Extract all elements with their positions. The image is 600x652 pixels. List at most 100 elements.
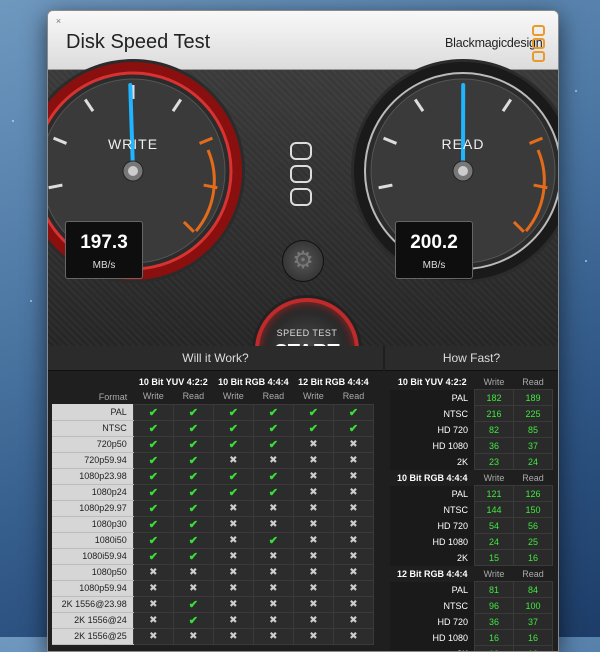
write-speed-cell: 144: [475, 502, 514, 518]
cross-icon: ✖: [229, 503, 237, 514]
table-row: 2K1010: [390, 646, 553, 652]
supported-cell: ✔: [173, 420, 213, 436]
cross-icon: ✖: [349, 455, 357, 466]
unsupported-cell: ✖: [173, 564, 213, 580]
format-cell: HD 720: [390, 614, 475, 630]
cross-icon: ✖: [309, 567, 317, 578]
cross-icon: ✖: [349, 439, 357, 450]
table-row: 1080p23.98✔✔✔✔✖✖: [52, 468, 374, 484]
supported-cell: ✔: [133, 500, 173, 516]
checkmark-icon: ✔: [189, 455, 198, 467]
unsupported-cell: ✖: [293, 580, 333, 596]
checkmark-icon: ✔: [189, 503, 198, 515]
group-header-row: 12 Bit RGB 4:4:4WriteRead: [390, 566, 553, 582]
checkmark-icon: ✔: [269, 423, 278, 435]
unsupported-cell: ✖: [133, 564, 173, 580]
supported-cell: ✔: [173, 436, 213, 452]
supported-cell: ✔: [133, 452, 173, 468]
checkmark-icon: ✔: [189, 519, 198, 531]
supported-cell: ✔: [173, 452, 213, 468]
cross-icon: ✖: [229, 567, 237, 578]
format-cell: 1080p29.97: [52, 500, 133, 516]
unsupported-cell: ✖: [213, 452, 253, 468]
format-cell: 720p59.94: [52, 452, 133, 468]
supported-cell: ✔: [253, 468, 293, 484]
table-row: 2K 1556@23.98✖✔✖✖✖✖: [52, 596, 374, 612]
unsupported-cell: ✖: [213, 596, 253, 612]
unsupported-cell: ✖: [253, 596, 293, 612]
write-speed-cell: 54: [475, 518, 514, 534]
format-cell: NTSC: [390, 406, 475, 422]
settings-gear-button[interactable]: ⚙: [282, 240, 324, 282]
unsupported-cell: ✖: [173, 580, 213, 596]
unsupported-cell: ✖: [213, 564, 253, 580]
format-cell: HD 1080: [390, 630, 475, 646]
cross-icon: ✖: [149, 631, 157, 642]
checkmark-icon: ✔: [189, 487, 198, 499]
write-speed-cell: 121: [475, 486, 514, 502]
table-row: HD 10803637: [390, 438, 553, 454]
checkmark-icon: ✔: [189, 471, 198, 483]
format-cell: NTSC: [390, 502, 475, 518]
app-title: Disk Speed Test: [66, 31, 210, 54]
table-row: HD 7203637: [390, 614, 553, 630]
format-cell: 1080i59.94: [52, 548, 133, 564]
cross-icon: ✖: [309, 439, 317, 450]
read-readout: 200.2 MB/s: [395, 221, 473, 279]
read-column-header: Read: [253, 389, 293, 404]
checkmark-icon: ✔: [229, 423, 238, 435]
supported-cell: ✔: [213, 420, 253, 436]
write-gauge-label: WRITE: [48, 136, 218, 152]
table-row: NTSC✔✔✔✔✔✔: [52, 420, 374, 436]
table-row: HD 10801616: [390, 630, 553, 646]
unsupported-cell: ✖: [133, 628, 173, 644]
cross-icon: ✖: [189, 631, 197, 642]
format-cell: 1080p50: [52, 564, 133, 580]
format-cell: 1080p30: [52, 516, 133, 532]
supported-cell: ✔: [173, 596, 213, 612]
cross-icon: ✖: [149, 615, 157, 626]
desktop-star: [12, 120, 14, 122]
supported-cell: ✔: [293, 420, 333, 436]
read-column-header: Read: [333, 389, 373, 404]
checkmark-icon: ✔: [269, 439, 278, 451]
unsupported-cell: ✖: [213, 548, 253, 564]
checkmark-icon: ✔: [149, 535, 158, 547]
unsupported-cell: ✖: [333, 628, 373, 644]
cross-icon: ✖: [309, 583, 317, 594]
group-header: 10 Bit RGB 4:4:4: [390, 470, 475, 486]
format-cell: PAL: [390, 486, 475, 502]
supported-cell: ✔: [253, 436, 293, 452]
supported-cell: ✔: [293, 404, 333, 420]
unsupported-cell: ✖: [253, 516, 293, 532]
unsupported-cell: ✖: [293, 436, 333, 452]
supported-cell: ✔: [173, 484, 213, 500]
read-column-header: Read: [514, 374, 553, 390]
cross-icon: ✖: [309, 535, 317, 546]
format-cell: NTSC: [390, 598, 475, 614]
cross-icon: ✖: [269, 615, 277, 626]
supported-cell: ✔: [173, 404, 213, 420]
checkmark-icon: ✔: [149, 487, 158, 499]
group-header: 10 Bit YUV 4:2:2: [390, 374, 475, 390]
format-cell: 1080p59.94: [52, 580, 133, 596]
table-row: PAL✔✔✔✔✔✔: [52, 404, 374, 420]
unsupported-cell: ✖: [333, 468, 373, 484]
write-speed-cell: 82: [475, 422, 514, 438]
cross-icon: ✖: [349, 503, 357, 514]
write-speed-cell: 36: [475, 438, 514, 454]
read-speed-cell: 37: [514, 438, 553, 454]
cross-icon: ✖: [349, 519, 357, 530]
unsupported-cell: ✖: [333, 580, 373, 596]
group-header-row: 10 Bit RGB 4:4:4WriteRead: [390, 470, 553, 486]
format-cell: HD 1080: [390, 534, 475, 550]
close-button[interactable]: ×: [54, 17, 63, 26]
checkmark-icon: ✔: [229, 439, 238, 451]
write-speed-cell: 96: [475, 598, 514, 614]
checkmark-icon: ✔: [189, 407, 198, 419]
format-cell: 1080p23.98: [52, 468, 133, 484]
how-fast-table: 10 Bit YUV 4:2:2WriteReadPAL182189NTSC21…: [390, 374, 553, 652]
write-speed-cell: 23: [475, 454, 514, 470]
unsupported-cell: ✖: [333, 564, 373, 580]
supported-cell: ✔: [253, 484, 293, 500]
